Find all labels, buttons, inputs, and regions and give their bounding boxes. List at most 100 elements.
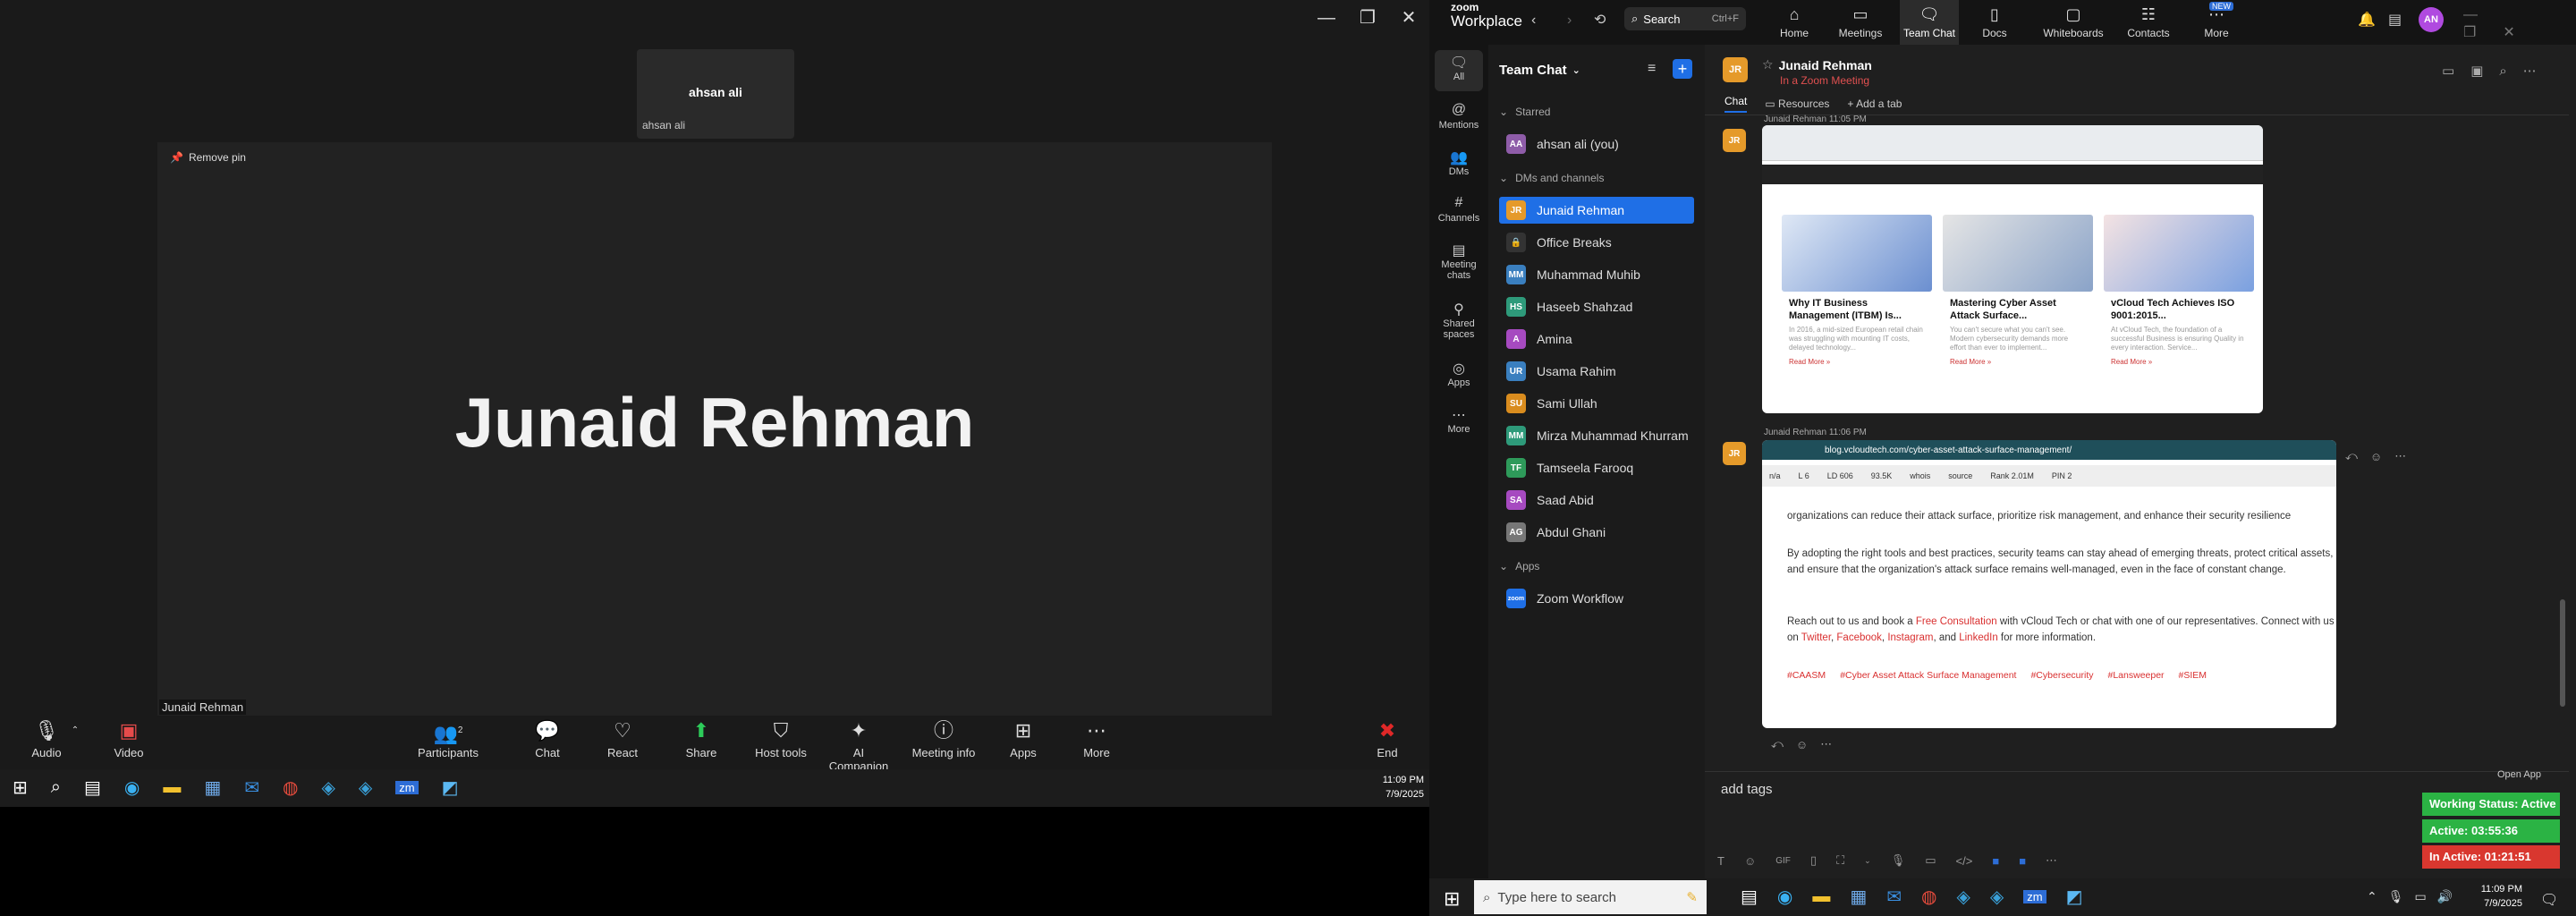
nav-contacts[interactable]: ☷ Contacts xyxy=(2122,5,2175,39)
more-icon[interactable]: ⋯ xyxy=(2394,449,2406,463)
emoji-icon[interactable]: ☺ xyxy=(1744,854,1756,868)
nav-docs[interactable]: ▯ Docs xyxy=(1968,5,2021,39)
rail-all[interactable]: 🗨 All xyxy=(1435,50,1483,91)
sidebar-item-zoom-workflow[interactable]: zoom Zoom Workflow xyxy=(1499,585,1694,612)
windows-start-icon[interactable]: ⊞ xyxy=(1444,887,1460,911)
file-explorer-icon[interactable]: ▬ xyxy=(1812,886,1830,907)
paint-icon[interactable]: ◩ xyxy=(2066,886,2083,908)
audio-button[interactable]: 🎙 Audio xyxy=(27,716,66,759)
sidebar-item-junaid-rehman[interactable]: JR Junaid Rehman xyxy=(1499,197,1694,224)
screen-share-icon[interactable]: ▣ xyxy=(2470,63,2483,79)
more-icon[interactable]: ⋯ xyxy=(2523,63,2537,79)
zoom-taskbar-icon[interactable]: zm xyxy=(2023,890,2046,903)
audio-options-chevron[interactable]: ⌃ xyxy=(68,716,82,746)
sidebar-item-tamseela-farooq[interactable]: TF Tamseela Farooq xyxy=(1499,454,1694,481)
file-icon[interactable]: ▯ xyxy=(1810,853,1817,868)
vscode-alt-icon[interactable]: ◈ xyxy=(359,776,372,799)
minimize-icon[interactable]: — xyxy=(2463,7,2504,22)
video-message-icon[interactable]: ▭ xyxy=(1925,853,1936,868)
chat-header-name[interactable]: Junaid Rehman xyxy=(1779,58,1872,72)
participant-thumbnail[interactable]: ahsan ali ahsan ali xyxy=(637,49,794,139)
video-button[interactable]: ▣ Video xyxy=(109,716,148,759)
sidebar-item-office-breaks[interactable]: 🔒 Office Breaks xyxy=(1499,229,1694,256)
rail-channels[interactable]: # Channels xyxy=(1435,195,1483,224)
nav-whiteboards[interactable]: ▢ Whiteboards xyxy=(2041,5,2106,39)
sidebar-item-mirza-muhammad-khurram[interactable]: MM Mirza Muhammad Khurram xyxy=(1499,422,1694,449)
mail-icon[interactable]: ✉ xyxy=(1886,886,1902,908)
search-icon[interactable]: ⌕ xyxy=(2499,64,2506,79)
audio-message-icon[interactable]: 🎙 xyxy=(1891,853,1906,868)
reply-icon[interactable]: ⤺ xyxy=(1771,737,1784,751)
nav-meetings[interactable]: ▭ Meetings xyxy=(1834,5,1887,39)
taskbar-search-box[interactable]: ⌕ Type here to search ✎ xyxy=(1474,880,1707,914)
sidebar-item-abdul-ghani[interactable]: AG Abdul Ghani xyxy=(1499,519,1694,546)
apps-header[interactable]: ⌄ Apps xyxy=(1499,553,1694,580)
screenshot-icon[interactable]: ⛶ xyxy=(1836,853,1844,868)
calendar-icon[interactable]: ▤ xyxy=(2388,11,2402,29)
file-explorer-icon[interactable]: ▬ xyxy=(163,777,181,798)
paint-icon[interactable]: ◩ xyxy=(442,776,459,799)
edge-icon[interactable]: ◉ xyxy=(124,776,140,799)
maximize-icon[interactable]: ❐ xyxy=(2463,25,2503,40)
share-button[interactable]: ⬆ Share xyxy=(682,716,721,759)
search-icon[interactable]: ⌕ xyxy=(51,777,61,798)
react-button[interactable]: ♡ React xyxy=(603,716,642,759)
sidebar-item-sami-ullah[interactable]: SU Sami Ullah xyxy=(1499,390,1694,417)
sidebar-title[interactable]: Team Chat ⌄ xyxy=(1499,63,1580,78)
chrome-icon[interactable]: ◍ xyxy=(1921,886,1936,908)
tab-resources[interactable]: ▭ Resources xyxy=(1765,98,1829,110)
message-screenshot-blog[interactable]: Why IT Business Management (ITBM) Is... … xyxy=(1762,125,2263,413)
close-icon[interactable]: ✕ xyxy=(1388,0,1429,36)
microphone-icon[interactable]: 🎙 xyxy=(2388,889,2404,904)
mail-icon[interactable]: ✉ xyxy=(244,776,259,799)
ai-companion-button[interactable]: ✦ AI Companion xyxy=(823,716,894,773)
rail-dms[interactable]: 👥 DMs xyxy=(1435,148,1483,177)
chevron-up-icon[interactable]: ⌃ xyxy=(2367,889,2377,904)
store-icon[interactable]: ▦ xyxy=(1850,886,1867,908)
sidebar-item-saad-abid[interactable]: SA Saad Abid xyxy=(1499,487,1694,513)
zoom-taskbar-icon[interactable]: zm xyxy=(395,781,419,794)
starred-header[interactable]: ⌄ Starred xyxy=(1499,98,1694,125)
sidebar-item-amina[interactable]: A Amina xyxy=(1499,326,1694,352)
network-icon[interactable]: ▭ xyxy=(2415,889,2427,904)
dm-header[interactable]: ⌄ DMs and channels xyxy=(1499,165,1694,191)
bell-icon[interactable]: 🔔 xyxy=(2358,11,2376,29)
video-call-icon[interactable]: ▭ xyxy=(2442,63,2454,79)
emoji-icon[interactable]: ☺ xyxy=(2370,450,2382,463)
rail-more[interactable]: ⋯ More xyxy=(1435,406,1483,435)
edge-icon[interactable]: ◉ xyxy=(1777,886,1792,908)
meeting-info-button[interactable]: ⓘ Meeting info xyxy=(908,716,979,759)
code-icon[interactable]: </> xyxy=(1956,854,1973,868)
task-view-icon[interactable]: ▤ xyxy=(1741,886,1758,908)
apps-button[interactable]: ⊞ Apps xyxy=(1005,716,1041,759)
sidebar-item-haseeb-shahzad[interactable]: HS Haseeb Shahzad xyxy=(1499,293,1694,320)
user-avatar[interactable]: AN xyxy=(2419,7,2444,32)
search-box[interactable]: ⌕ Search Ctrl+F xyxy=(1624,7,1746,30)
maximize-icon[interactable]: ❐ xyxy=(1347,0,1388,36)
vscode-icon[interactable]: ◈ xyxy=(321,776,335,799)
sidebar-item-ahsan-ali[interactable]: AA ahsan ali (you) xyxy=(1499,131,1694,157)
gif-icon[interactable]: GIF xyxy=(1775,856,1791,866)
chat-button[interactable]: 💬 Chat xyxy=(528,716,567,759)
rail-shared-spaces[interactable]: ⚲ Shared spaces xyxy=(1435,301,1483,340)
chrome-icon[interactable]: ◍ xyxy=(283,776,298,799)
volume-icon[interactable]: 🔊 xyxy=(2437,889,2453,904)
message-screenshot-article[interactable]: blog.vcloudtech.com/cyber-asset-attack-s… xyxy=(1762,440,2336,728)
windows-start-icon[interactable]: ⊞ xyxy=(13,776,28,799)
close-icon[interactable]: ✕ xyxy=(2503,25,2541,40)
message-input[interactable]: add tags xyxy=(1721,782,1773,797)
chevron-down-icon[interactable]: ⌄ xyxy=(1864,856,1871,866)
more-icon[interactable]: ⋯ xyxy=(2046,853,2057,868)
reply-icon[interactable]: ⤺ xyxy=(2345,449,2358,463)
emoji-icon[interactable]: ☺ xyxy=(1796,738,1808,751)
task-view-icon[interactable]: ▤ xyxy=(84,776,101,799)
end-button[interactable]: ✖ End xyxy=(1374,716,1401,759)
store-icon[interactable]: ▦ xyxy=(204,776,221,799)
more-icon[interactable]: ⋯ xyxy=(1820,737,1832,751)
vscode-alt-icon[interactable]: ◈ xyxy=(1990,886,2004,908)
sidebar-item-usama-rahim[interactable]: UR Usama Rahim xyxy=(1499,358,1694,385)
rail-meeting-chats[interactable]: ▤ Meeting chats xyxy=(1435,242,1483,281)
sidebar-item-muhammad-muhib[interactable]: MM Muhammad Muhib xyxy=(1499,261,1694,288)
star-icon[interactable]: ☆ xyxy=(1762,57,1774,72)
app-blue2-icon[interactable]: ■ xyxy=(2019,854,2026,868)
